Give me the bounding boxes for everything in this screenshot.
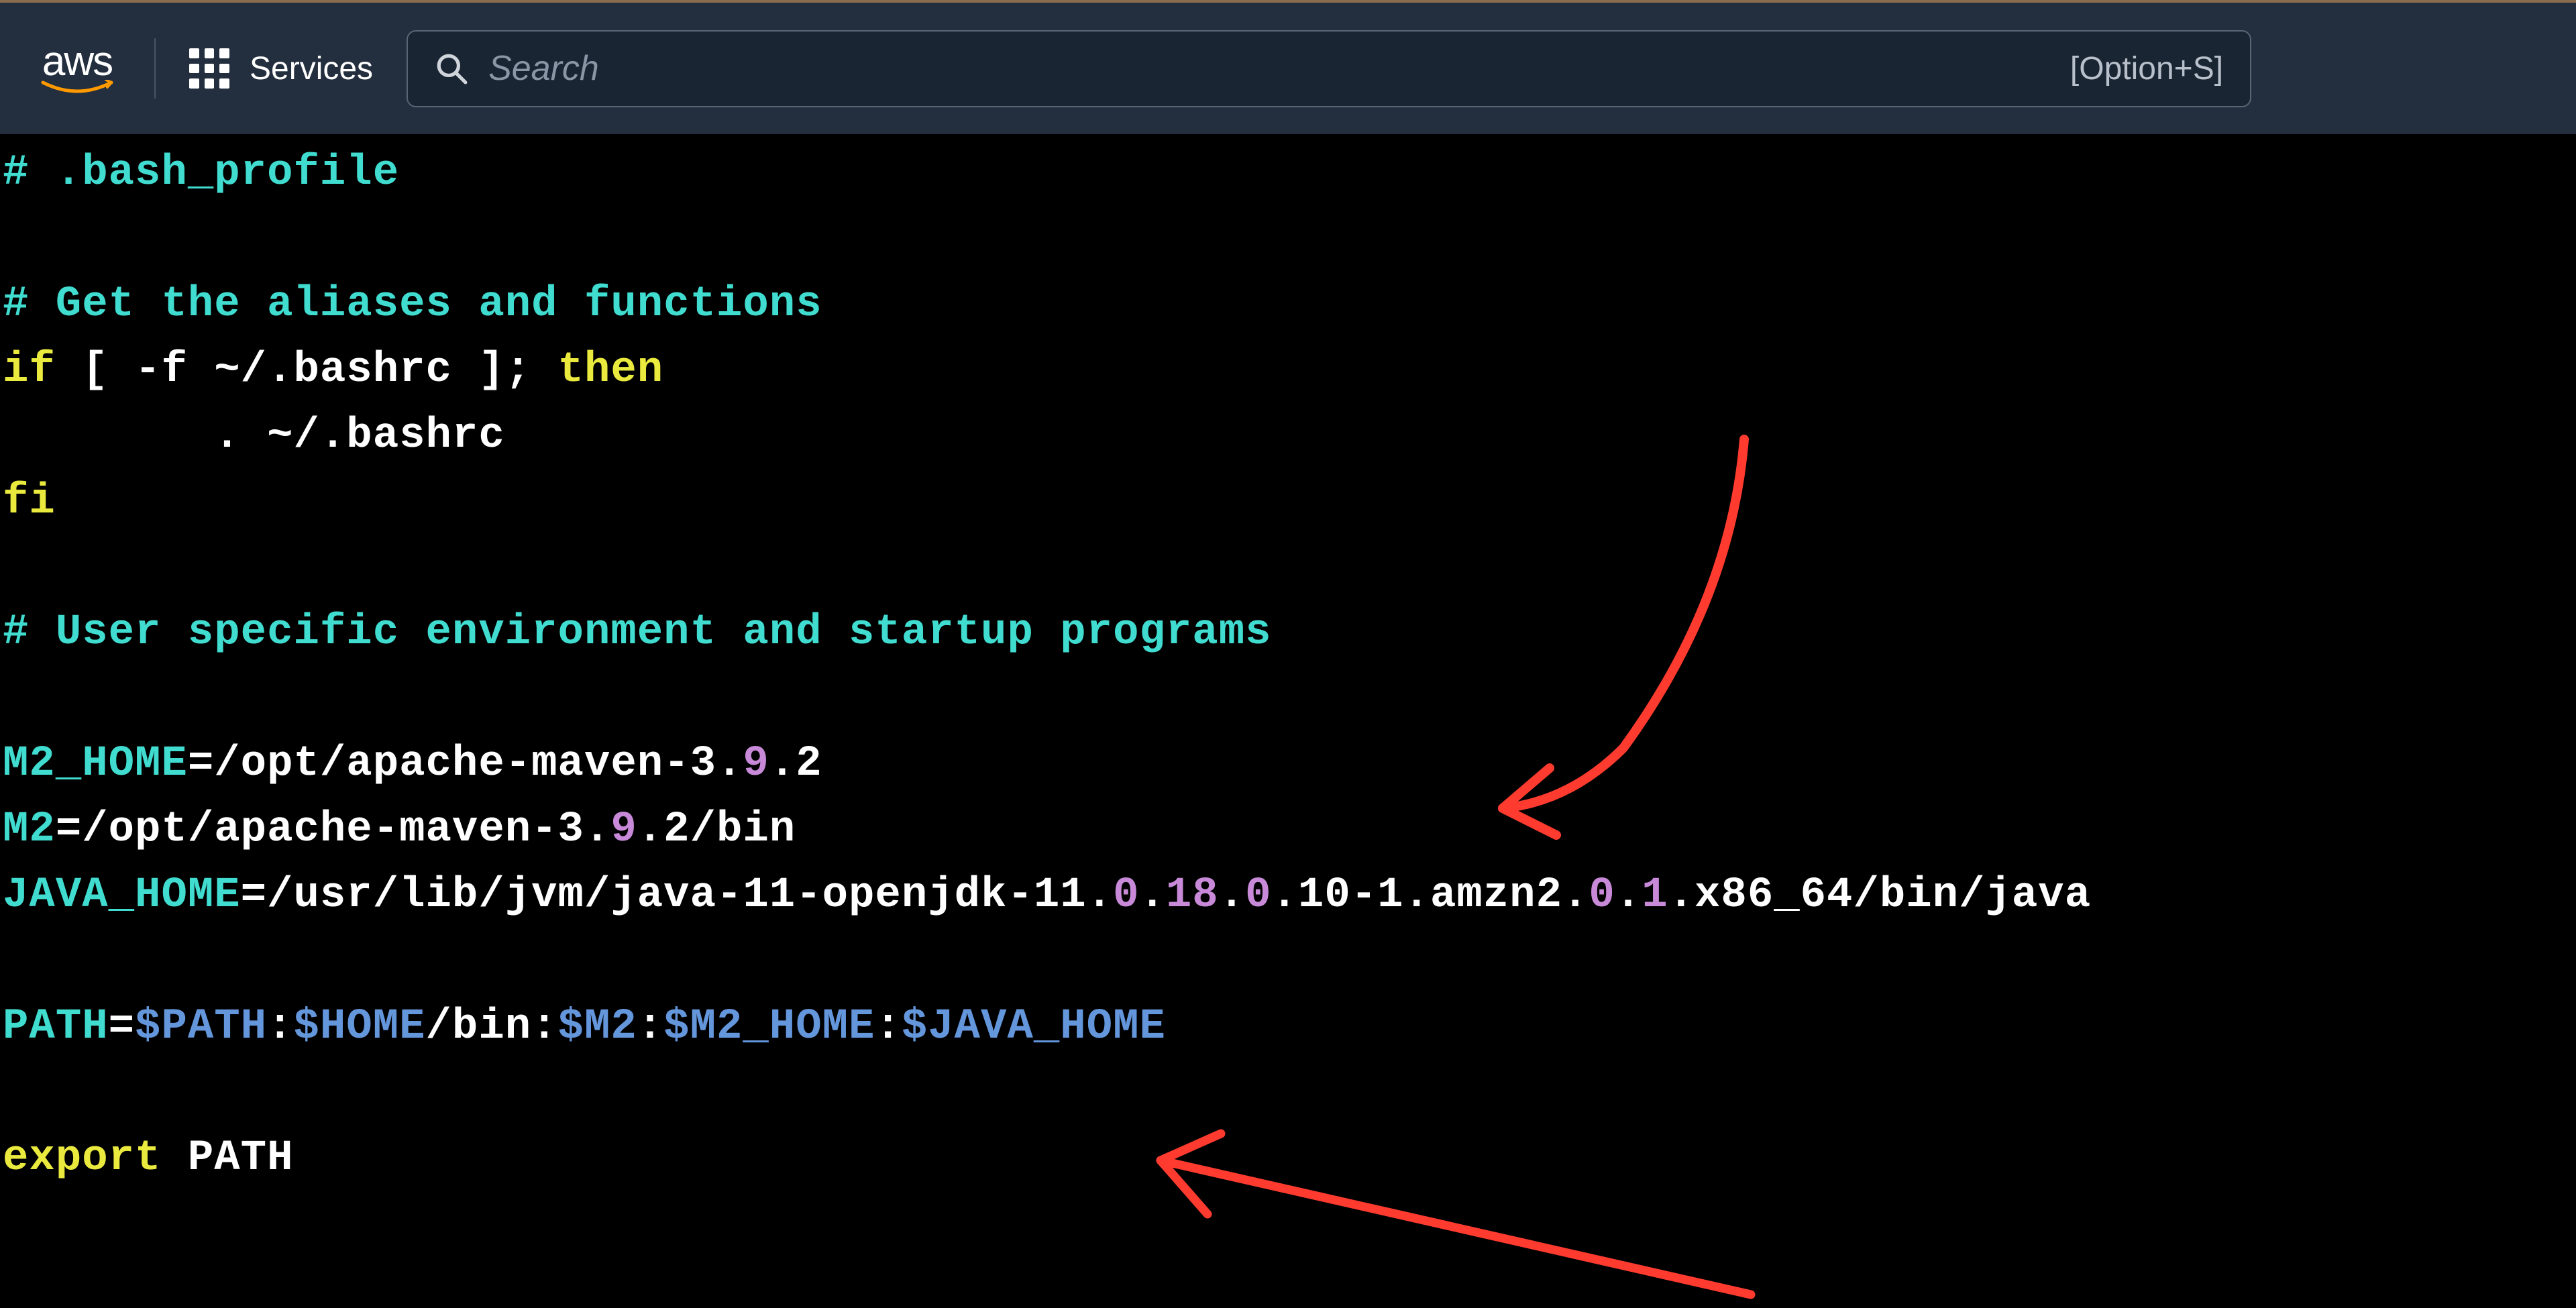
services-grid-icon bbox=[189, 48, 229, 89]
aws-smile-icon bbox=[40, 80, 114, 96]
comment-line: # User specific environment and startup … bbox=[3, 608, 1272, 657]
comment-line: # .bash_profile bbox=[3, 149, 399, 197]
var-path: PATH bbox=[3, 1003, 109, 1051]
comment-line: # Get the aliases and functions bbox=[3, 280, 822, 329]
search-input[interactable] bbox=[488, 48, 2050, 89]
code-block: # .bash_profile # Get the aliases and fu… bbox=[3, 141, 2573, 1192]
var-java-home: JAVA_HOME bbox=[3, 871, 241, 920]
var-m2-home: M2_HOME bbox=[3, 740, 188, 788]
keyword-export: export bbox=[3, 1134, 161, 1183]
var-m2: M2 bbox=[3, 806, 56, 854]
aws-logo[interactable]: aws bbox=[40, 38, 156, 99]
keyword-fi: fi bbox=[3, 478, 56, 526]
keyword-if: if bbox=[3, 346, 56, 394]
source-line: . ~/.bashrc bbox=[3, 412, 505, 460]
keyword-then: then bbox=[558, 346, 664, 394]
condition-text: [ -f ~/.bashrc ]; bbox=[56, 346, 558, 394]
search-container[interactable]: [Option+S] bbox=[407, 30, 2251, 107]
aws-logo-text: aws bbox=[42, 41, 112, 83]
search-shortcut-hint: [Option+S] bbox=[2070, 50, 2223, 87]
services-button[interactable]: Services bbox=[189, 48, 373, 89]
services-label: Services bbox=[250, 50, 373, 87]
aws-console-header: aws Services [Option+S] bbox=[0, 0, 2576, 134]
terminal-editor-content[interactable]: # .bash_profile # Get the aliases and fu… bbox=[0, 134, 2576, 1199]
search-icon bbox=[435, 52, 468, 85]
